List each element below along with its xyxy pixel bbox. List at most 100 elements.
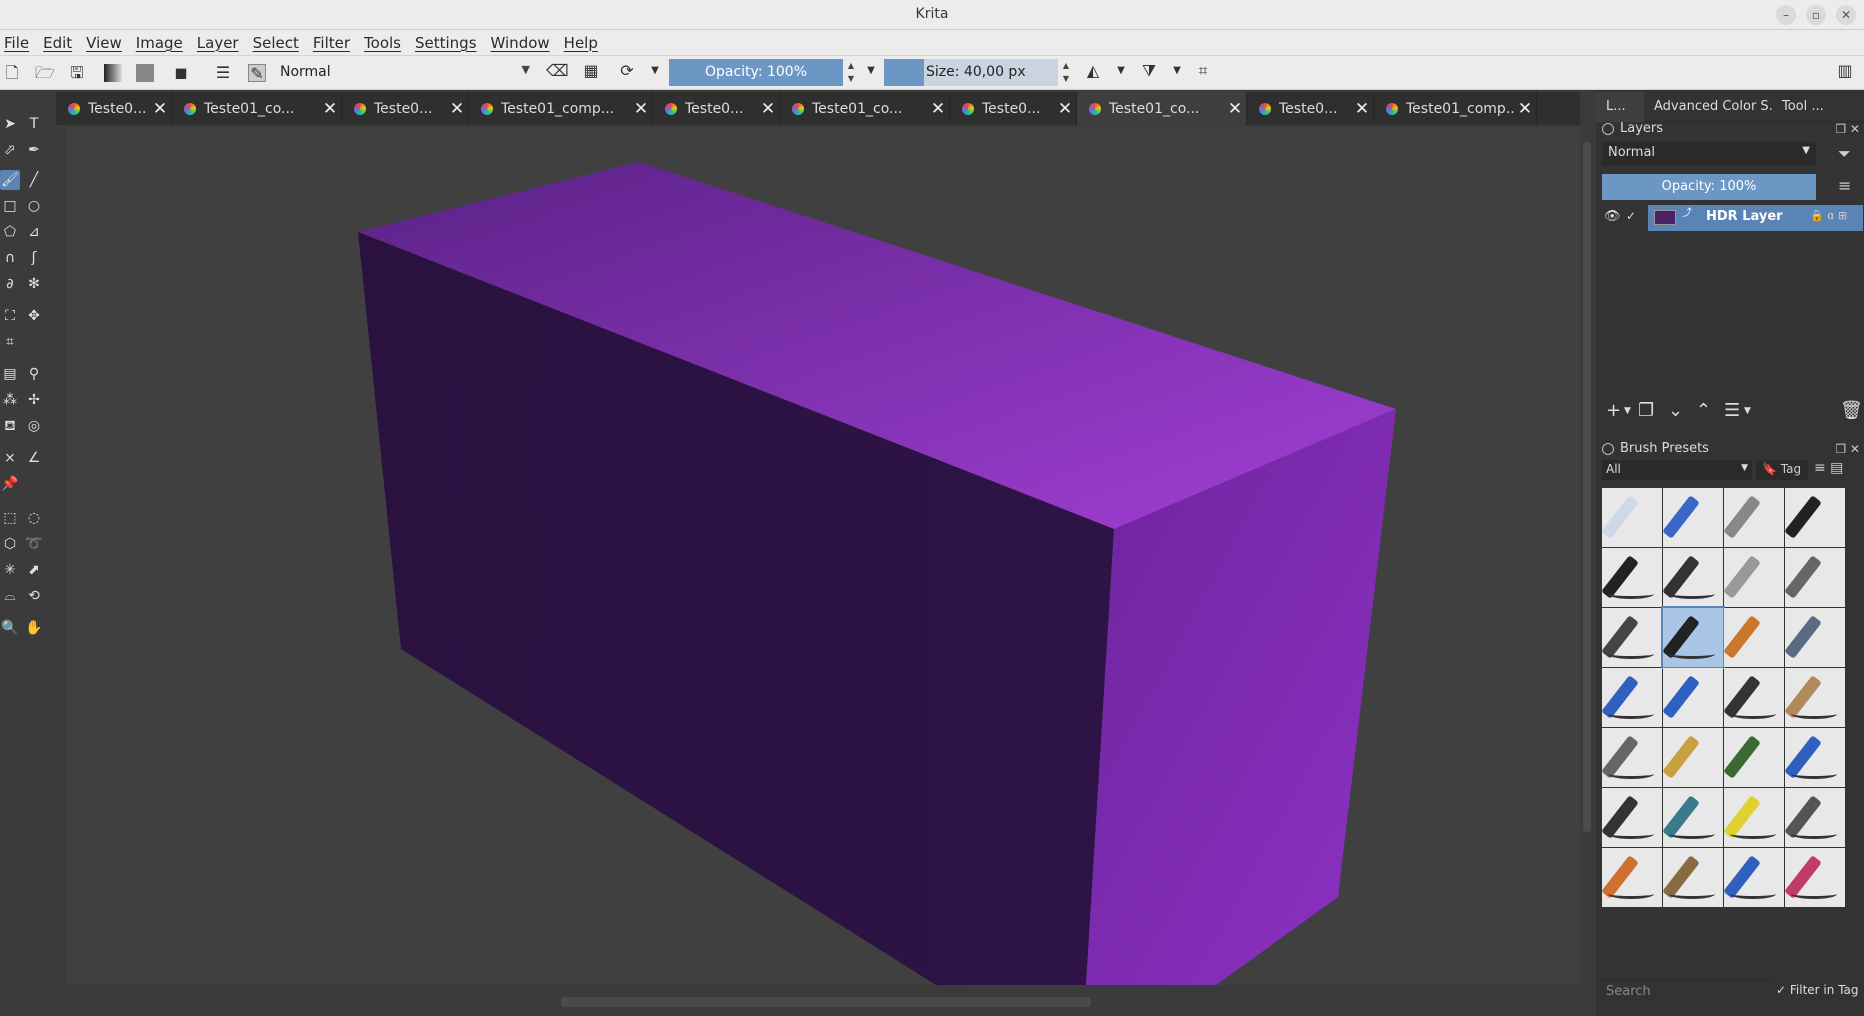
reload-icon[interactable]: ⟳ bbox=[618, 62, 636, 80]
vertical-scrollbar[interactable] bbox=[1580, 122, 1596, 990]
close-tab-icon[interactable]: ✕ bbox=[1054, 99, 1076, 119]
magnetic-select-icon[interactable]: ⟲ bbox=[24, 586, 44, 606]
float-close-icon[interactable]: ❐ ✕ bbox=[1835, 438, 1860, 460]
pan-tool-icon[interactable]: ✋ bbox=[24, 618, 44, 638]
menu-filter[interactable]: Filter bbox=[313, 34, 350, 52]
menu-image[interactable]: Image bbox=[136, 34, 183, 52]
filter-in-tag-checkbox[interactable]: ✓ Filter in Tag bbox=[1776, 983, 1859, 997]
brush-preset[interactable] bbox=[1663, 788, 1723, 847]
mirror-vertical-icon[interactable]: ⧩ bbox=[1140, 62, 1158, 80]
chevron-down-icon[interactable]: ▼ bbox=[1624, 406, 1631, 416]
brush-tag-select[interactable]: All ▼ bbox=[1602, 460, 1752, 480]
eraser-icon[interactable]: ⌫ bbox=[546, 62, 569, 80]
chevron-down-icon[interactable]: ▼ bbox=[862, 62, 880, 80]
duplicate-layer-icon[interactable]: ❐ bbox=[1638, 400, 1654, 421]
lasso-select-icon[interactable]: ➰ bbox=[24, 534, 44, 554]
brush-preset[interactable] bbox=[1785, 788, 1845, 847]
fg-bg-color-icon[interactable]: ◼ bbox=[172, 64, 190, 82]
pattern-icon[interactable] bbox=[136, 64, 154, 82]
eye-icon[interactable]: 👁 bbox=[1604, 209, 1621, 224]
ellipse-select-icon[interactable]: ◌ bbox=[24, 508, 44, 528]
delete-layer-icon[interactable]: 🗑 bbox=[1840, 400, 1863, 421]
gradient-icon[interactable] bbox=[104, 64, 122, 82]
similar-select-icon[interactable]: ⬈ bbox=[24, 560, 44, 580]
chevron-down-icon[interactable]: ▼ bbox=[1744, 406, 1751, 416]
brush-preset-selected[interactable] bbox=[1661, 606, 1725, 669]
alpha-lock-icon[interactable]: ▦ bbox=[582, 62, 600, 80]
brush-preset[interactable] bbox=[1663, 548, 1723, 607]
wrap-around-icon[interactable]: ⌗ bbox=[1194, 62, 1212, 80]
brush-preset[interactable] bbox=[1785, 488, 1845, 547]
brush-preset[interactable] bbox=[1602, 728, 1662, 787]
maximize-icon[interactable]: ▫ bbox=[1806, 5, 1826, 25]
document-tab-active[interactable]: Teste01_co... ✕ bbox=[1077, 92, 1247, 125]
smart-patch-icon[interactable]: ✢ bbox=[24, 390, 44, 410]
document-tab[interactable]: Teste0... ✕ bbox=[342, 92, 469, 125]
ellipse-tool-icon[interactable]: ○ bbox=[24, 196, 44, 216]
brush-preset[interactable] bbox=[1602, 788, 1662, 847]
multibrush-icon[interactable]: ✻ bbox=[24, 274, 44, 294]
close-tab-icon[interactable]: ✕ bbox=[319, 99, 341, 119]
polygon-tool-icon[interactable]: ⬠ bbox=[0, 222, 20, 242]
chevron-down-icon[interactable]: ▼ bbox=[1112, 62, 1130, 80]
brush-preset[interactable] bbox=[1724, 488, 1784, 547]
edit-shapes-icon[interactable]: ⬀ bbox=[0, 140, 20, 160]
chevron-down-icon[interactable]: ▼ bbox=[646, 62, 664, 80]
brush-preset[interactable] bbox=[1724, 608, 1784, 667]
select-shapes-icon[interactable]: ➤ bbox=[0, 114, 20, 134]
brush-preset[interactable] bbox=[1785, 548, 1845, 607]
horizontal-scrollbar[interactable] bbox=[66, 988, 1580, 1014]
polyline-tool-icon[interactable]: ⊿ bbox=[24, 222, 44, 242]
brush-preset[interactable] bbox=[1602, 848, 1662, 907]
open-folder-icon[interactable]: 🗁 bbox=[35, 64, 55, 82]
minimize-icon[interactable]: – bbox=[1776, 5, 1796, 25]
filter-icon[interactable]: ⏷ bbox=[1838, 144, 1851, 164]
close-tab-icon[interactable]: ✕ bbox=[757, 99, 779, 119]
brush-preset[interactable] bbox=[1724, 728, 1784, 787]
bezier-tool-icon[interactable]: ∩ bbox=[0, 248, 20, 268]
scrollbar-thumb[interactable] bbox=[561, 997, 1091, 1007]
opacity-slider[interactable]: Opacity: 100% bbox=[669, 59, 843, 86]
colorize-mask-icon[interactable]: ⁂ bbox=[0, 390, 20, 410]
menu-layer[interactable]: Layer bbox=[197, 34, 239, 52]
properties-icon[interactable]: ☰ bbox=[1724, 400, 1740, 421]
tag-button[interactable]: 🔖 Tag bbox=[1756, 460, 1808, 480]
brush-preset[interactable] bbox=[1785, 668, 1845, 727]
brush-preset-icon[interactable]: ✎ bbox=[248, 64, 266, 83]
menu-window[interactable]: Window bbox=[491, 34, 550, 52]
size-slider[interactable]: Size: 40,00 px bbox=[884, 59, 1058, 86]
menu-icon[interactable]: ≡ bbox=[1838, 176, 1851, 195]
brush-preset[interactable] bbox=[1724, 548, 1784, 607]
scrollbar-thumb[interactable] bbox=[1583, 142, 1591, 832]
calligraphy-icon[interactable]: ✒ bbox=[24, 140, 44, 160]
gradient-tool-icon[interactable]: ▤ bbox=[0, 364, 20, 384]
bezier-select-icon[interactable]: ⌓ bbox=[0, 586, 20, 606]
menu-tools[interactable]: Tools bbox=[364, 34, 401, 52]
line-tool-icon[interactable]: ╱ bbox=[24, 170, 44, 190]
brush-preset[interactable] bbox=[1724, 668, 1784, 727]
zoom-tool-icon[interactable]: 🔍 bbox=[0, 618, 20, 638]
menu-select[interactable]: Select bbox=[253, 34, 299, 52]
lock-icon[interactable]: 🔒 α ⊞ bbox=[1810, 209, 1847, 222]
crop-tool-icon[interactable]: ⌗ bbox=[0, 332, 20, 352]
close-icon[interactable]: ✕ bbox=[1836, 5, 1856, 25]
float-close-icon[interactable]: ❐ ✕ bbox=[1835, 118, 1860, 140]
brush-preset[interactable] bbox=[1785, 608, 1845, 667]
move-up-icon[interactable]: ⌃ bbox=[1696, 400, 1711, 421]
brush-preset[interactable] bbox=[1602, 488, 1662, 547]
fill-tool-icon[interactable]: ⛾ bbox=[0, 416, 20, 436]
add-layer-icon[interactable]: + bbox=[1606, 400, 1621, 421]
brush-preset[interactable] bbox=[1785, 848, 1845, 907]
workspace-icon[interactable]: ▥ bbox=[1836, 62, 1854, 80]
layer-row[interactable]: 👁 ✓ ⤴ HDR Layer 🔒 α ⊞ bbox=[1596, 204, 1864, 232]
chevron-down-icon[interactable]: ▼ bbox=[1168, 62, 1186, 80]
menu-edit[interactable]: Edit bbox=[43, 34, 72, 52]
document-tab[interactable]: Teste01_comp... ✕ bbox=[1374, 92, 1537, 125]
blend-mode-select[interactable]: Normal ▼ bbox=[276, 61, 534, 85]
layer-opacity-slider[interactable]: Opacity: 100% bbox=[1602, 174, 1816, 200]
brush-preset[interactable] bbox=[1663, 668, 1723, 727]
document-tab[interactable]: Teste0... ✕ bbox=[1247, 92, 1374, 125]
document-tab[interactable]: Teste0... ✕ bbox=[653, 92, 780, 125]
new-document-icon[interactable]: 🗋 bbox=[3, 64, 21, 82]
measure-tool-icon[interactable]: ∠ bbox=[24, 448, 44, 468]
